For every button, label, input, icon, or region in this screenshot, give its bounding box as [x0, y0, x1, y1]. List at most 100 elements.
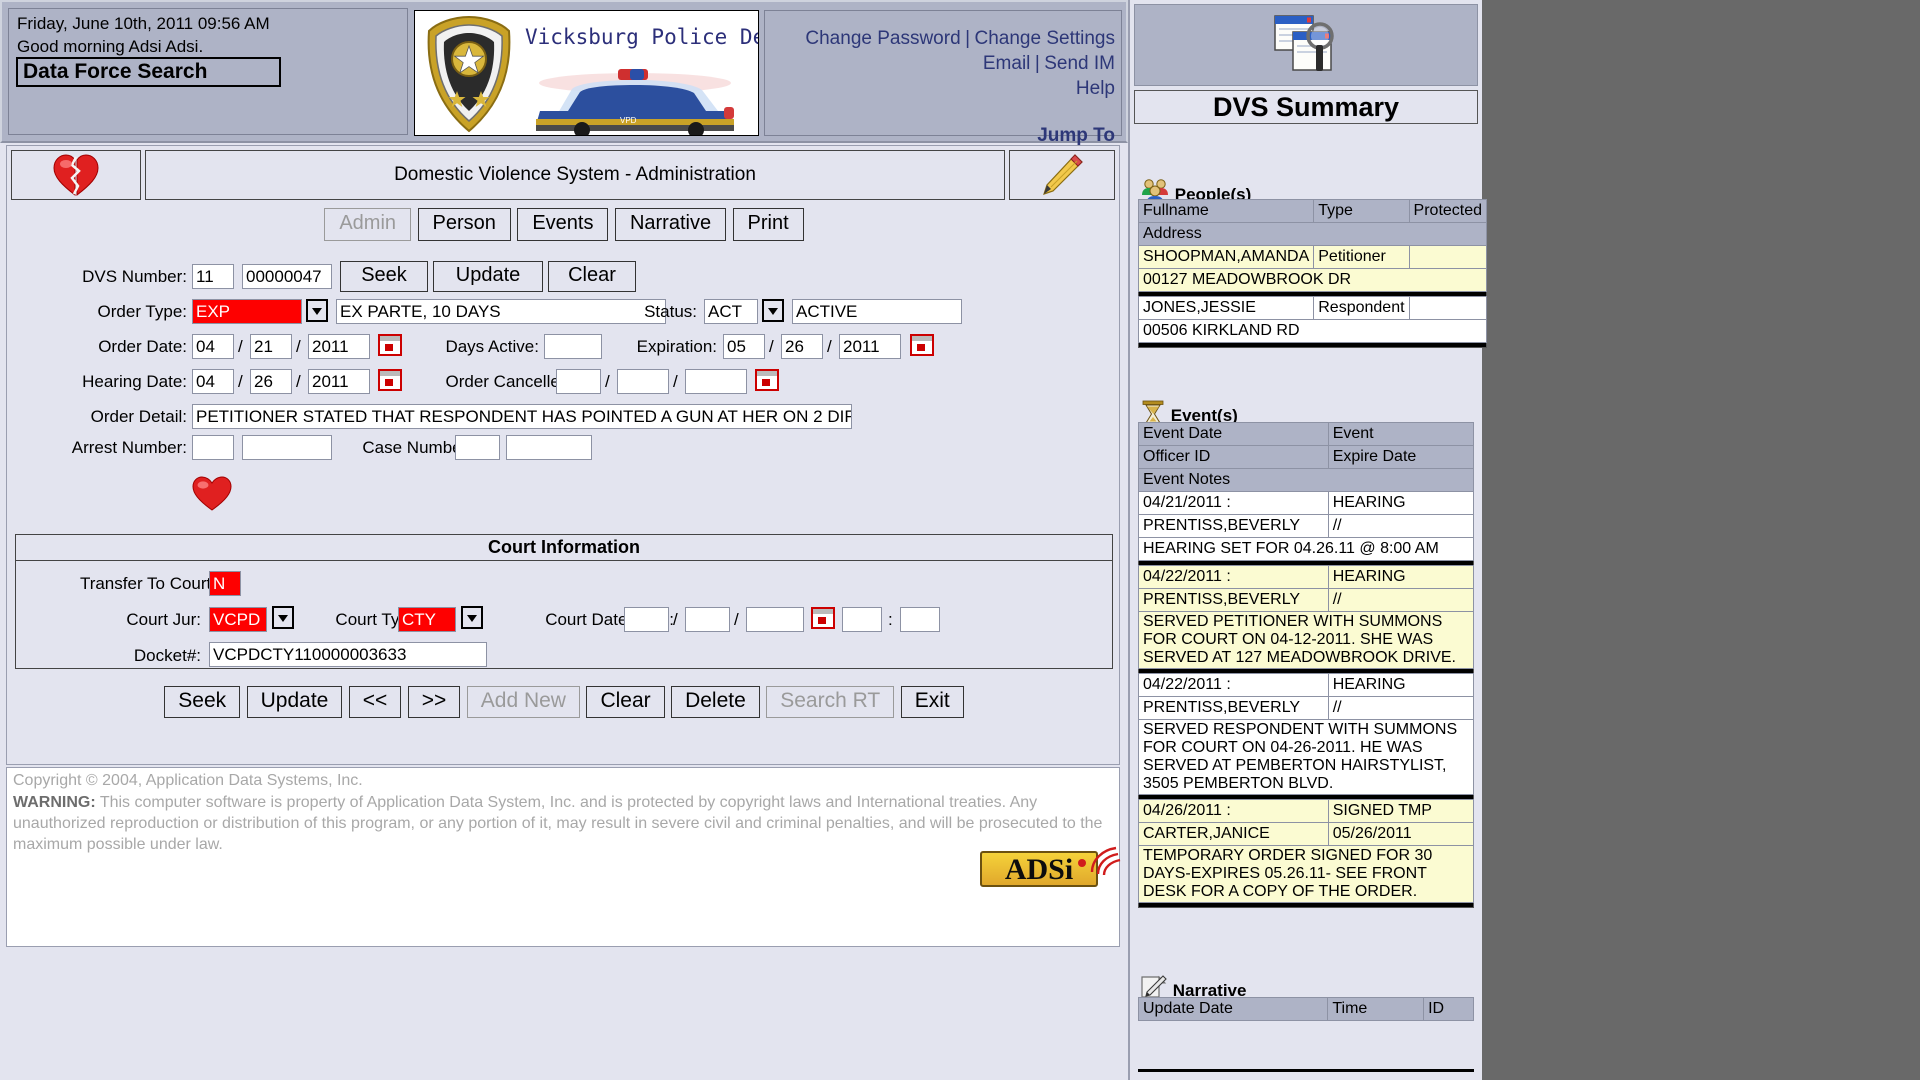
people-col-fullname: Fullname	[1139, 200, 1314, 223]
narrative-table: Update Date Time ID	[1138, 997, 1474, 1021]
exit-button[interactable]: Exit	[901, 686, 964, 718]
add-new-button[interactable]: Add New	[467, 686, 580, 718]
hearing-date-month-input[interactable]: 04	[192, 369, 234, 394]
table-row[interactable]: CARTER,JANICE 05/26/2011	[1139, 823, 1474, 846]
row-order-detail: Order Detail: PETITIONER STATED THAT RES…	[7, 404, 1121, 434]
header-info-panel: Friday, June 10th, 2011 09:56 AM Good mo…	[8, 8, 408, 135]
dvs-number-input[interactable]: 00000047	[242, 264, 332, 289]
table-row[interactable]: SHOOPMAN,AMANDA Petitioner	[1139, 246, 1487, 269]
order-date-year-input[interactable]: 2011	[308, 334, 370, 359]
link-jump-to[interactable]: Jump To	[1037, 125, 1115, 146]
order-cancelled-year-input[interactable]	[685, 369, 747, 394]
expiration-month-input[interactable]: 05	[723, 334, 765, 359]
court-jur-dropdown-chevron-down-icon[interactable]	[272, 606, 294, 629]
table-row[interactable]: 04/22/2011 : HEARING	[1139, 674, 1474, 697]
clear-button[interactable]: Clear	[586, 686, 664, 718]
event-date: 04/26/2011 :	[1139, 800, 1329, 823]
table-row[interactable]: 00127 MEADOWBROOK DR	[1139, 269, 1487, 292]
seek-button[interactable]: Seek	[164, 686, 240, 718]
court-type-input[interactable]: CTY	[398, 607, 456, 632]
edit-pencil-icon-cell[interactable]	[1009, 150, 1115, 200]
next-button[interactable]: >>	[408, 686, 461, 718]
table-row[interactable]: HEARING SET FOR 04.26.11 @ 8:00 AM	[1139, 538, 1474, 561]
tab-print[interactable]: Print	[733, 208, 804, 241]
arrest-number-input[interactable]	[242, 435, 332, 460]
seek-button-top[interactable]: Seek	[340, 261, 428, 292]
court-jur-label: Court Jur:	[91, 607, 201, 633]
court-date-year-input[interactable]	[746, 607, 804, 632]
order-cancelled-day-input[interactable]	[617, 369, 669, 394]
expiration-year-input[interactable]: 2011	[839, 334, 901, 359]
dvs-number-prefix-input[interactable]: 11	[192, 264, 234, 289]
status-code-input[interactable]: ACT	[704, 299, 758, 324]
update-button-top[interactable]: Update	[433, 261, 543, 292]
domestic-detail-block[interactable]: Domestic Detail	[192, 476, 318, 538]
link-separator: |	[965, 28, 970, 49]
transfer-to-court-input[interactable]: N	[209, 571, 241, 596]
link-change-settings[interactable]: Change Settings	[975, 28, 1116, 49]
order-date-month-input[interactable]: 04	[192, 334, 234, 359]
event-expire-date: //	[1328, 589, 1473, 612]
expiration-calendar-icon[interactable]	[910, 334, 934, 356]
court-jur-input[interactable]: VCPD	[209, 607, 267, 632]
court-time-hour-input[interactable]	[842, 607, 882, 632]
court-date-calendar-icon[interactable]	[811, 607, 835, 629]
status-description-input[interactable]: ACTIVE	[792, 299, 962, 324]
court-date-day-input[interactable]	[685, 607, 730, 632]
update-button[interactable]: Update	[247, 686, 343, 718]
case-number-prefix-input[interactable]	[455, 435, 500, 460]
tab-admin[interactable]: Admin	[324, 208, 411, 241]
order-cancelled-calendar-icon[interactable]	[755, 369, 779, 391]
table-row[interactable]: JONES,JESSIE Respondent	[1139, 297, 1487, 320]
table-row[interactable]: TEMPORARY ORDER SIGNED FOR 30 DAYS-EXPIR…	[1139, 846, 1474, 903]
tab-events[interactable]: Events	[517, 208, 608, 241]
order-type-code-input[interactable]: EXP	[192, 299, 302, 324]
case-number-input[interactable]	[506, 435, 592, 460]
link-change-password[interactable]: Change Password	[805, 28, 960, 49]
search-rt-button[interactable]: Search RT	[766, 686, 894, 718]
order-detail-input[interactable]: PETITIONER STATED THAT RESPONDENT HAS PO…	[192, 404, 852, 429]
previous-button[interactable]: <<	[349, 686, 402, 718]
event-expire-date: //	[1328, 515, 1473, 538]
table-row[interactable]: PRENTISS,BEVERLY //	[1139, 589, 1474, 612]
table-row[interactable]: 04/22/2011 : HEARING	[1139, 566, 1474, 589]
arrest-number-prefix-input[interactable]	[192, 435, 234, 460]
table-row[interactable]: PRENTISS,BEVERLY //	[1139, 697, 1474, 720]
narrative-col-id: ID	[1424, 998, 1474, 1021]
police-badge-icon	[419, 13, 519, 135]
hearing-date-day-input[interactable]: 26	[250, 369, 292, 394]
warning-body: This computer software is property of Ap…	[13, 794, 1102, 853]
people-header-row: Fullname Type Protected	[1139, 200, 1487, 223]
table-row[interactable]: 00506 KIRKLAND RD	[1139, 320, 1487, 343]
order-date-day-input[interactable]: 21	[250, 334, 292, 359]
days-active-label: Days Active:	[409, 334, 539, 360]
table-row[interactable]: 04/21/2011 : HEARING	[1139, 492, 1474, 515]
days-active-input[interactable]	[544, 334, 602, 359]
court-date-month-input[interactable]	[624, 607, 669, 632]
court-type-dropdown-chevron-down-icon[interactable]	[461, 606, 483, 629]
court-time-minute-input[interactable]	[900, 607, 940, 632]
clear-button-top[interactable]: Clear	[548, 261, 636, 292]
expiration-day-input[interactable]: 26	[781, 334, 823, 359]
link-send-im[interactable]: Send IM	[1044, 53, 1115, 74]
status-dropdown-chevron-down-icon[interactable]	[762, 299, 784, 322]
link-email[interactable]: Email	[983, 53, 1031, 74]
hearing-date-year-input[interactable]: 2011	[308, 369, 370, 394]
order-date-calendar-icon[interactable]	[378, 334, 402, 356]
delete-button[interactable]: Delete	[671, 686, 760, 718]
tab-narrative[interactable]: Narrative	[615, 208, 726, 241]
table-row[interactable]: 04/26/2011 : SIGNED TMP	[1139, 800, 1474, 823]
table-row[interactable]: SERVED RESPONDENT WITH SUMMONS FOR COURT…	[1139, 720, 1474, 795]
event-type: HEARING	[1328, 492, 1473, 515]
people-col-address: Address	[1139, 223, 1487, 246]
tab-person[interactable]: Person	[418, 208, 511, 241]
adsi-dot-icon	[1078, 859, 1086, 867]
link-help[interactable]: Help	[1076, 78, 1115, 99]
event-notes: SERVED PETITIONER WITH SUMMONS FOR COURT…	[1139, 612, 1474, 669]
order-cancelled-month-input[interactable]	[556, 369, 601, 394]
table-row[interactable]: SERVED PETITIONER WITH SUMMONS FOR COURT…	[1139, 612, 1474, 669]
hearing-date-calendar-icon[interactable]	[378, 369, 402, 391]
docket-input[interactable]: VCPDCTY110000003633	[209, 642, 487, 667]
table-row[interactable]: PRENTISS,BEVERLY //	[1139, 515, 1474, 538]
order-type-dropdown-chevron-down-icon[interactable]	[306, 299, 328, 322]
